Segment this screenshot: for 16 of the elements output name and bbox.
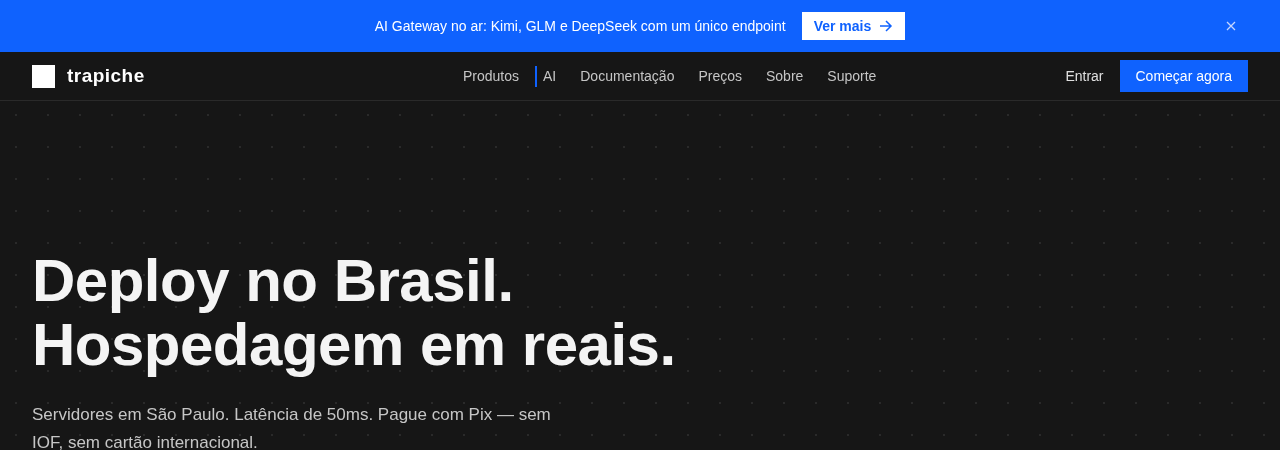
nav-link[interactable]: Produtos xyxy=(462,65,519,87)
announcement-text: AI Gateway no ar: Kimi, GLM e DeepSeek com um único endpoint xyxy=(374,16,786,36)
logo-square-icon xyxy=(32,64,55,88)
arrow-right-icon xyxy=(879,20,894,32)
nav-link[interactable]: Preços xyxy=(698,65,742,87)
hero-headline: Deploy no Brasil. Hospedagem em reais. xyxy=(32,249,677,377)
nav-link[interactable]: Suporte xyxy=(827,65,877,87)
hero-description: Servidores em São Paulo. Latência de 50ms. Pague com Pix — sem IOF, sem cartão internacional. xyxy=(32,404,552,450)
nav-link[interactable]: Documentação xyxy=(580,65,675,87)
see-more-button[interactable]: Ver mais xyxy=(801,12,906,40)
get-started-button[interactable]: Começar agora xyxy=(1119,60,1248,92)
brand-name[interactable]: trapiche xyxy=(67,61,145,91)
login-link[interactable]: Entrar xyxy=(1065,65,1104,87)
nav-link[interactable]: AI xyxy=(535,65,557,87)
close-icon[interactable] xyxy=(1224,19,1238,33)
nav-link[interactable]: Sobre xyxy=(766,65,804,87)
